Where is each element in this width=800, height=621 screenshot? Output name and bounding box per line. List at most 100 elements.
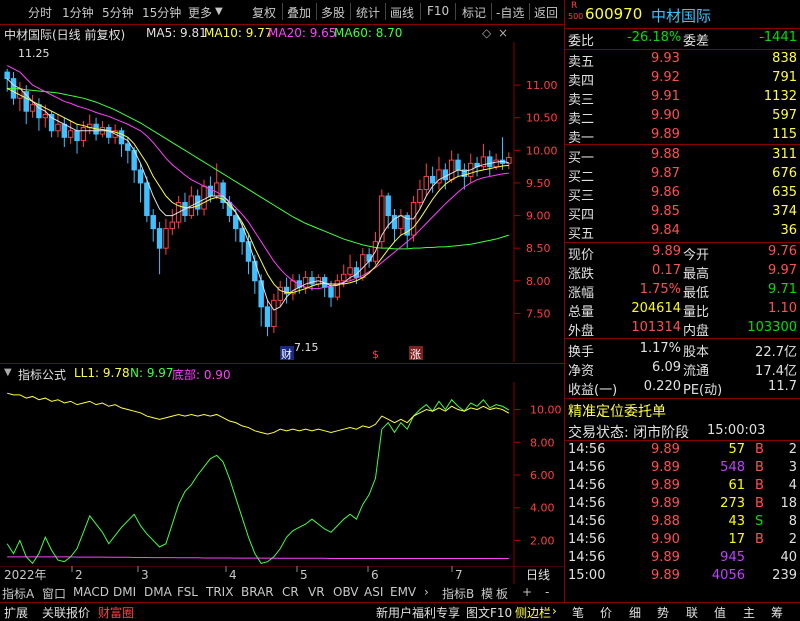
status-sidebar[interactable]: 侧边栏 [515, 604, 551, 621]
status-icon-4[interactable]: 联 [686, 604, 698, 621]
ask-row: 卖五 9.93 838 [565, 51, 800, 70]
tick-time: 14:56 [568, 460, 606, 475]
stat-value: 103300 [747, 320, 797, 335]
toolbar-left-2[interactable]: 5分钟 [102, 4, 134, 21]
chevron-down-icon[interactable]: ▼ [4, 367, 12, 378]
ma20-label: MA20: 9.65 [268, 26, 337, 40]
toolbar-left-4[interactable]: 更多 [188, 4, 212, 21]
candle [417, 179, 423, 210]
tab-indicator-a[interactable]: 指标A [2, 585, 34, 602]
bid-volume: 635 [772, 185, 797, 200]
candle [23, 85, 29, 125]
badge-dollar[interactable]: $ [372, 348, 379, 361]
price-axis-label: 11.00 [526, 79, 558, 92]
fin-row: 净资 6.09 流通 17.4亿 [565, 360, 800, 379]
chevron-down-icon[interactable]: ▼ [215, 6, 223, 17]
tab-obv[interactable]: OBV [333, 585, 359, 599]
candle [36, 98, 42, 131]
stock-header: R 500 600970 中材国际 [565, 0, 800, 28]
candle [163, 218, 169, 255]
badge-cai[interactable]: 财 [281, 347, 292, 361]
toolbar-right-5[interactable]: F10 [427, 4, 449, 18]
bid-price: 9.87 [651, 166, 680, 181]
indicator-name[interactable]: 指标公式 [18, 366, 66, 383]
weibi-label: 委比 [568, 34, 595, 49]
toolbar-right-3[interactable]: 统计 [356, 4, 380, 21]
status-wealth-circle[interactable]: 财富圈 [98, 604, 134, 621]
fin-value: 22.7亿 [755, 345, 797, 360]
status-icon-7[interactable]: 筹 [771, 604, 783, 621]
tick-volume: 17 [728, 532, 745, 547]
chevron-right-icon[interactable]: › [424, 585, 429, 599]
tick-row: 15:00 9.89 4056 239 [565, 568, 800, 586]
tick-count: 8 [788, 514, 797, 529]
bid-label: 买三 [568, 189, 595, 204]
status-f10[interactable]: 图文F10 [466, 604, 512, 621]
tab-dma[interactable]: DMA [144, 585, 172, 599]
indicator-tabs: 指标A 窗口 MACD DMI DMA FSL TRIX BRAR CR VR … [0, 584, 564, 602]
diamond-icon[interactable]: ◇ [482, 26, 491, 40]
period-label[interactable]: 日线 [526, 568, 550, 582]
tab-window[interactable]: 窗口 [42, 585, 66, 602]
status-icon-3[interactable]: 势 [657, 604, 669, 621]
tab-template-2[interactable]: 板 [496, 585, 508, 602]
bid-label: 买五 [568, 227, 595, 242]
tab-vr[interactable]: VR [308, 585, 325, 599]
stock-name: 中材国际 [651, 7, 712, 25]
stat-row: 涨跌 0.17 最高 9.97 [565, 263, 800, 282]
precise-order-title[interactable]: 精准定位委托单 [568, 401, 666, 421]
tab-fsl[interactable]: FSL [177, 585, 198, 599]
toolbar-right-6[interactable]: 标记 [462, 4, 486, 21]
status-icon-0[interactable]: 笔 [572, 604, 584, 621]
ma60-label: MA60: 8.70 [334, 26, 403, 40]
ma60-line [7, 87, 509, 250]
toolbar-right-7[interactable]: -自选 [496, 4, 524, 21]
status-expand[interactable]: 扩展 [4, 604, 28, 621]
price-axis-label: 7.50 [526, 307, 551, 320]
candle [334, 274, 341, 301]
bid-price: 9.84 [651, 223, 680, 238]
close-icon[interactable]: × [498, 26, 508, 40]
status-related-quotes[interactable]: 关联报价 [42, 604, 90, 621]
low-price-label: 7.15 [294, 341, 319, 354]
tick-price: 9.89 [651, 460, 680, 475]
tick-volume: 57 [728, 442, 745, 457]
status-icon-1[interactable]: 价 [600, 604, 612, 621]
zoom-out-button[interactable]: - [545, 585, 549, 599]
candle [156, 222, 163, 275]
tab-indicator-b[interactable]: 指标B [442, 585, 474, 602]
indicator-axis-label: 8.00 [530, 436, 555, 449]
stat-label: 内盘 [683, 324, 710, 339]
status-icon-5[interactable]: 值 [714, 604, 726, 621]
toolbar-right-1[interactable]: 叠加 [287, 4, 311, 21]
toolbar-right-8[interactable]: 返回 [534, 4, 558, 21]
tab-template-1[interactable]: 模 [481, 585, 493, 602]
tab-dmi[interactable]: DMI [113, 585, 136, 599]
status-icon-2[interactable]: 细 [629, 604, 641, 621]
toolbar-right-0[interactable]: 复权 [252, 4, 276, 21]
tick-price: 9.89 [651, 496, 680, 511]
toolbar-left-1[interactable]: 1分钟 [62, 4, 94, 21]
zoom-in-button[interactable]: + [522, 585, 532, 599]
badge-zhang[interactable]: 涨 [410, 348, 421, 361]
tab-asi[interactable]: ASI [364, 585, 383, 599]
tab-trix[interactable]: TRIX [206, 585, 233, 599]
tab-cr[interactable]: CR [282, 585, 299, 599]
candle [137, 163, 144, 203]
toolbar-right-2[interactable]: 多股 [321, 4, 345, 21]
tab-macd[interactable]: MACD [73, 585, 109, 599]
toolbar-left-3[interactable]: 15分钟 [142, 4, 181, 21]
tick-side: B [755, 478, 764, 493]
status-icon-6[interactable]: 主 [743, 604, 755, 621]
weicha-label: 委差 [683, 34, 710, 49]
price-axis-label: 9.00 [526, 210, 551, 223]
tab-emv[interactable]: EMV [390, 585, 416, 599]
status-new-user[interactable]: 新用户福利专享 [376, 604, 460, 621]
toolbar-left-0[interactable]: 分时 [28, 4, 52, 21]
tab-brar[interactable]: BRAR [241, 585, 274, 599]
chevron-right-icon[interactable]: › [552, 604, 557, 618]
candlestick-chart: 11.00 10.50 10.00 9.50 9.00 8.50 8.00 7.50 11.2… [4, 42, 558, 362]
trade-status-row: 交易状态: 闭市阶段 15:00:03 [565, 422, 800, 441]
ask-row: 卖四 9.92 791 [565, 70, 800, 89]
toolbar-right-4[interactable]: 画线 [390, 4, 414, 21]
